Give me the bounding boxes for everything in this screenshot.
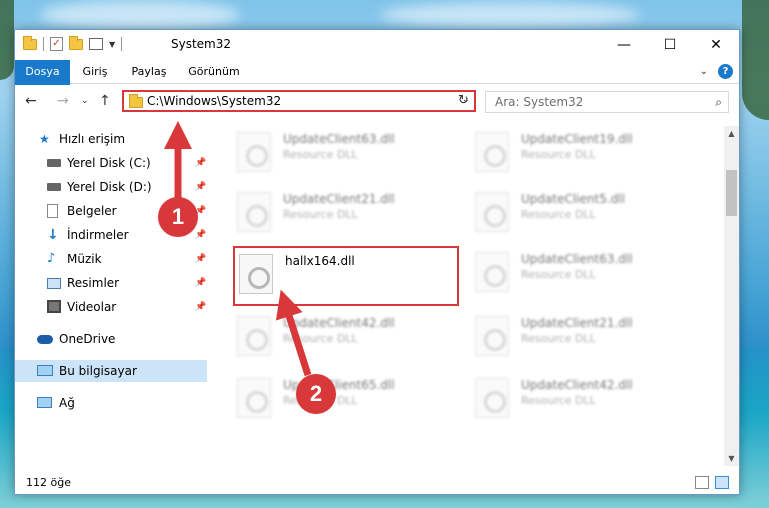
cloud-decoration bbox=[40, 0, 240, 30]
scroll-up-icon[interactable]: ▲ bbox=[724, 126, 739, 141]
music-icon: ♪ bbox=[47, 251, 56, 266]
nav-item-network[interactable]: Ağ bbox=[15, 392, 207, 414]
tab-share[interactable]: Paylaş bbox=[127, 60, 171, 84]
tab-home[interactable]: Giriş bbox=[78, 60, 112, 84]
pin-icon[interactable]: 📌 bbox=[195, 296, 206, 318]
computer-icon bbox=[37, 365, 53, 376]
download-icon: ↓ bbox=[47, 227, 59, 243]
scroll-thumb[interactable] bbox=[726, 170, 737, 216]
quick-access-toolbar: ✓ ▼ bbox=[23, 35, 123, 51]
dll-file-icon bbox=[237, 192, 271, 232]
pin-icon[interactable]: 📌 bbox=[195, 224, 206, 246]
palm-decoration bbox=[0, 0, 14, 80]
large-icons-view-icon[interactable] bbox=[715, 476, 729, 489]
file-item[interactable]: UpdateClient42.dll Resource DLL bbox=[233, 310, 463, 364]
dll-file-icon bbox=[237, 316, 271, 356]
ribbon-tabs: Dosya Giriş Paylaş Görünüm ⌄ ? bbox=[15, 60, 739, 114]
file-item[interactable]: UpdateClient65.dll Resource DLL bbox=[233, 372, 463, 426]
network-icon bbox=[37, 397, 52, 408]
pin-icon[interactable]: 📌 bbox=[195, 152, 206, 174]
dll-file-icon bbox=[237, 132, 271, 172]
vertical-scrollbar[interactable]: ▲ ▼ bbox=[724, 126, 739, 466]
address-row: ← → ⌄ ↑ C:\Windows\System32 ⌄ ↻ Ara: Sys… bbox=[15, 85, 739, 119]
details-view-icon[interactable] bbox=[695, 476, 709, 489]
nav-item-music[interactable]: ♪ Müzik 📌 bbox=[15, 248, 207, 270]
chevron-down-icon[interactable]: ⌄ bbox=[700, 66, 708, 77]
divider bbox=[43, 37, 44, 51]
file-item-target[interactable]: hallx164.dll bbox=[233, 246, 459, 306]
pictures-icon bbox=[47, 278, 61, 289]
nav-item-local-disk-c[interactable]: Yerel Disk (C:) 📌 bbox=[15, 152, 207, 174]
star-icon: ★ bbox=[39, 132, 50, 146]
dll-file-icon bbox=[475, 192, 509, 232]
cloud-icon bbox=[37, 335, 53, 344]
documents-icon bbox=[47, 204, 58, 218]
tab-view[interactable]: Görünüm bbox=[186, 60, 242, 84]
nav-item-this-pc[interactable]: Bu bilgisayar bbox=[15, 360, 207, 382]
refresh-icon[interactable]: ↻ bbox=[455, 92, 472, 110]
pin-icon[interactable]: 📌 bbox=[195, 272, 206, 294]
dll-file-icon bbox=[475, 378, 509, 418]
folder-icon bbox=[129, 94, 143, 108]
address-bar[interactable]: C:\Windows\System32 ⌄ bbox=[122, 90, 476, 112]
file-item[interactable]: UpdateClient42.dll Resource DLL bbox=[471, 372, 701, 426]
close-button[interactable]: ✕ bbox=[693, 30, 739, 60]
nav-item-pictures[interactable]: Resimler 📌 bbox=[15, 272, 207, 294]
cloud-decoration bbox=[380, 2, 640, 28]
divider bbox=[121, 37, 123, 51]
nav-item-videos[interactable]: Videolar 📌 bbox=[15, 296, 207, 318]
minimize-button[interactable]: — bbox=[601, 30, 647, 60]
dll-file-icon bbox=[475, 316, 509, 356]
file-list: UpdateClient63.dll Resource DLL UpdateCl… bbox=[209, 126, 722, 466]
status-bar: 112 öğe bbox=[15, 472, 739, 494]
chevron-down-icon[interactable]: ▼ bbox=[109, 40, 115, 49]
dll-file-icon bbox=[239, 254, 273, 294]
help-icon[interactable]: ? bbox=[718, 64, 733, 79]
search-icon[interactable]: ⌕ bbox=[715, 95, 722, 110]
nav-item-quick-access[interactable]: ★ Hızlı erişim bbox=[15, 128, 207, 150]
up-arrow-icon[interactable]: ↑ bbox=[99, 93, 111, 109]
file-item[interactable]: UpdateClient19.dll Resource DLL bbox=[471, 126, 701, 180]
forward-arrow-icon[interactable]: → bbox=[57, 93, 69, 109]
drive-icon bbox=[47, 183, 61, 191]
videos-icon bbox=[47, 300, 61, 313]
step-2-badge: 2 bbox=[296, 374, 336, 414]
dll-file-icon bbox=[237, 378, 271, 418]
maximize-button[interactable]: ☐ bbox=[647, 30, 693, 60]
item-count: 112 öğe bbox=[26, 476, 71, 489]
navigation-pane: ★ Hızlı erişim Yerel Disk (C:) 📌 Yerel D… bbox=[15, 126, 207, 466]
nav-item-onedrive[interactable]: OneDrive bbox=[15, 328, 207, 350]
new-folder-icon[interactable] bbox=[69, 35, 83, 50]
back-arrow-icon[interactable]: ← bbox=[25, 93, 37, 109]
nav-item-local-disk-d[interactable]: Yerel Disk (D:) 📌 bbox=[15, 176, 207, 198]
pin-icon[interactable]: 📌 bbox=[195, 248, 206, 270]
scroll-down-icon[interactable]: ▼ bbox=[724, 451, 739, 466]
address-path[interactable]: C:\Windows\System32 bbox=[147, 94, 281, 108]
search-input[interactable]: Ara: System32 ⌕ bbox=[485, 91, 729, 113]
dll-file-icon bbox=[475, 252, 509, 292]
palm-decoration bbox=[742, 0, 769, 120]
title-bar: ✓ ▼ System32 — ☐ ✕ bbox=[15, 30, 739, 60]
file-item[interactable]: UpdateClient21.dll Resource DLL bbox=[471, 310, 701, 364]
step-1-badge: 1 bbox=[158, 197, 198, 237]
explorer-window: ✓ ▼ System32 — ☐ ✕ Dosya Giriş Paylaş Gö… bbox=[14, 29, 740, 495]
folder-icon bbox=[23, 35, 37, 50]
customize-toolbar-icon[interactable] bbox=[89, 38, 103, 50]
dll-file-icon bbox=[475, 132, 509, 172]
drive-icon bbox=[47, 159, 61, 167]
properties-check-icon[interactable]: ✓ bbox=[50, 37, 63, 51]
file-item[interactable]: UpdateClient63.dll Resource DLL bbox=[471, 246, 701, 300]
file-item[interactable]: UpdateClient63.dll Resource DLL bbox=[233, 126, 463, 180]
file-item[interactable]: UpdateClient5.dll Resource DLL bbox=[471, 186, 701, 240]
recent-locations-chevron-icon[interactable]: ⌄ bbox=[81, 96, 89, 106]
pin-icon[interactable]: 📌 bbox=[195, 176, 206, 198]
search-placeholder: Ara: System32 bbox=[495, 95, 584, 109]
file-item[interactable]: UpdateClient21.dll Resource DLL bbox=[233, 186, 463, 240]
window-title: System32 bbox=[171, 37, 232, 51]
